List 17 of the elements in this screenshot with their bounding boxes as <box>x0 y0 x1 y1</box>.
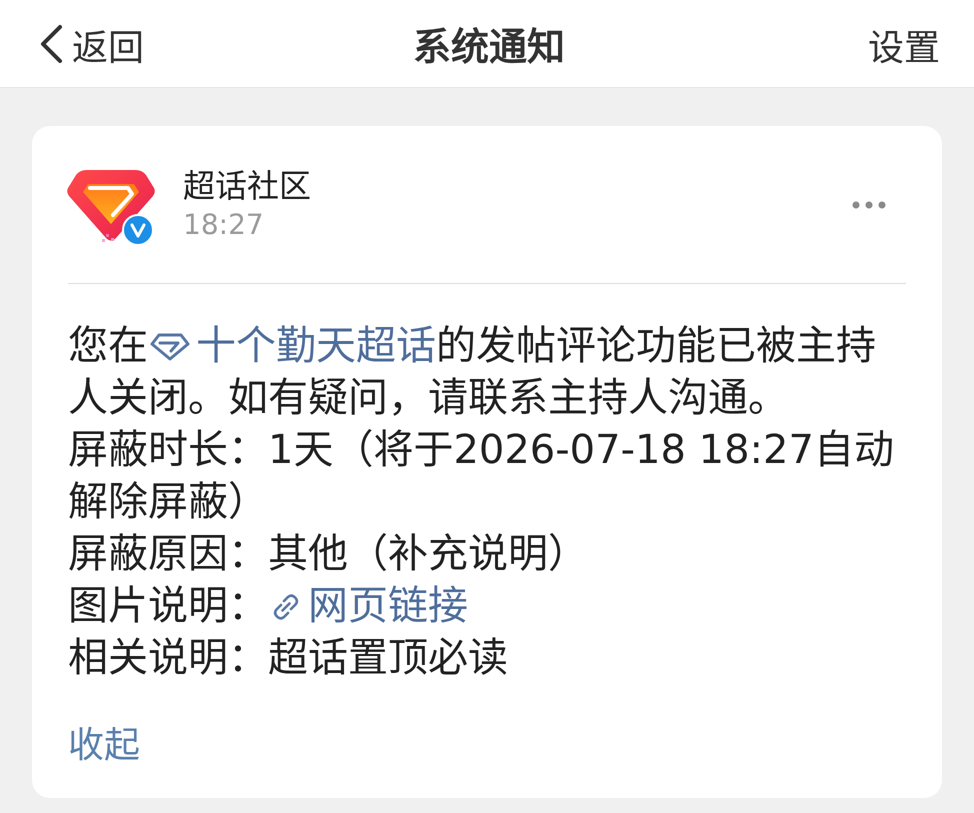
sender-name: 超话社区 <box>183 166 312 206</box>
more-icon[interactable] <box>852 201 886 209</box>
link-icon <box>272 593 300 621</box>
detail-line: 相关说明：超话置顶必读 <box>68 634 509 683</box>
web-link[interactable]: 网页链接 <box>268 583 468 629</box>
collapse-button[interactable]: 收起 <box>68 724 140 768</box>
message-text: 您在 十个勤天超话的发帖评论功能已被主持人关闭。如有疑问，请联系主持人沟通。 <box>68 322 877 423</box>
chevron-left-icon <box>38 24 64 64</box>
topic-link[interactable]: 十个勤天超话 <box>148 323 436 369</box>
page-title: 系统通知 <box>413 24 565 71</box>
detail-line: 屏蔽原因：其他（补充说明） <box>68 530 589 579</box>
timestamp: 18:27 <box>183 207 265 243</box>
diamond-icon <box>150 333 190 361</box>
detail-line: 图片说明： 网页链接 <box>68 582 469 631</box>
detail-line: 屏蔽时长：1天（将于2026-07-18 18:27自动解除屏蔽） <box>68 426 895 527</box>
settings-button[interactable]: 设置 <box>868 18 940 70</box>
back-button[interactable]: 返回 <box>38 18 144 70</box>
